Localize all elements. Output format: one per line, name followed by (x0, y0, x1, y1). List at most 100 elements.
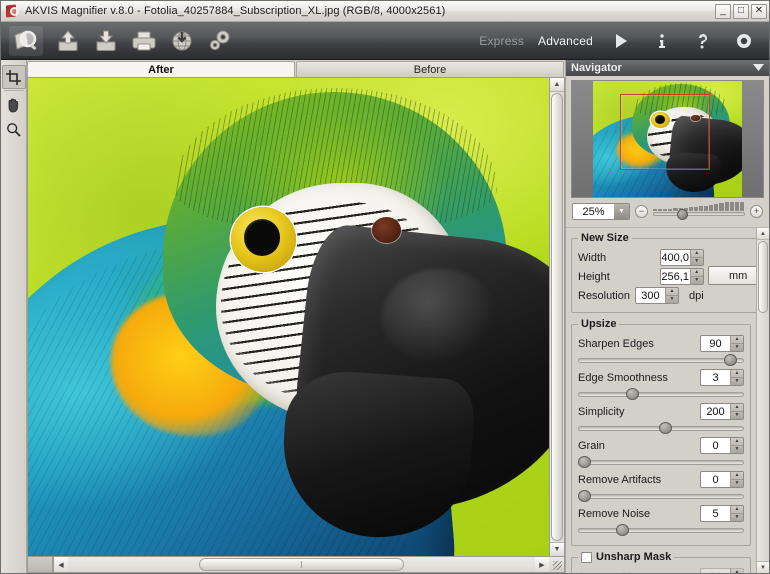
edge-smoothness-stepper[interactable]: ▲▼ (730, 370, 743, 385)
grain-row: Grain 0 ▲▼ (578, 437, 744, 454)
resolution-stepper[interactable]: ▲▼ (665, 288, 678, 303)
close-button[interactable]: ✕ (751, 4, 767, 19)
parrot-photo (28, 78, 549, 556)
zoom-slider[interactable] (653, 204, 745, 220)
scroll-left-arrow-icon[interactable]: ◀ (54, 557, 68, 572)
window-resize-grip[interactable] (549, 556, 565, 573)
resolution-input[interactable]: 300 ▲▼ (635, 287, 679, 304)
resolution-label: Resolution (578, 290, 630, 302)
sharpen-edges-input[interactable]: 90 ▲▼ (700, 335, 744, 352)
minimize-button[interactable]: _ (715, 4, 731, 19)
amount-input: 30 ▲▼ (700, 568, 744, 573)
grain-input[interactable]: 0 ▲▼ (700, 437, 744, 454)
chevron-down-icon[interactable] (753, 62, 764, 74)
save-image-icon[interactable] (92, 27, 119, 54)
run-play-icon[interactable] (607, 27, 634, 54)
sharpen-edges-slider[interactable] (578, 354, 744, 366)
settings-scroll-down-icon[interactable]: ▼ (757, 561, 769, 573)
height-input[interactable]: 256,1 ▲▼ (660, 268, 704, 285)
width-input[interactable]: 400,0 ▲▼ (660, 249, 704, 266)
main-body: After Before (1, 60, 769, 573)
grain-stepper[interactable]: ▲▼ (730, 438, 743, 453)
remove-noise-input[interactable]: 5 ▲▼ (700, 505, 744, 522)
sharpen-edges-label: Sharpen Edges (578, 338, 695, 350)
edge-smoothness-input[interactable]: 3 ▲▼ (700, 369, 744, 386)
logo-icon[interactable] (9, 26, 43, 56)
amount-stepper: ▲▼ (730, 569, 743, 573)
sharpen-edges-value: 90 (701, 336, 730, 351)
scroll-right-arrow-icon[interactable]: ▶ (535, 557, 549, 572)
settings-vertical-scrollbar[interactable]: ▲ ▼ (756, 228, 769, 573)
info-icon[interactable] (648, 27, 675, 54)
remove-noise-slider[interactable] (578, 524, 744, 536)
canvas-area: After Before (27, 60, 565, 573)
amount-value: 30 (701, 569, 730, 573)
application-window: AKVIS Magnifier v.8.0 - Fotolia_40257884… (0, 0, 770, 574)
simplicity-slider[interactable] (578, 422, 744, 434)
zoom-out-button[interactable]: − (635, 205, 648, 218)
grain-slider[interactable] (578, 456, 744, 468)
tab-before[interactable]: Before (296, 61, 564, 77)
tools-sidebar (1, 60, 27, 573)
simplicity-row: Simplicity 200 ▲▼ (578, 403, 744, 420)
canvas-bottom-bar: ◀ ▶ (27, 556, 565, 573)
remove-artifacts-label: Remove Artifacts (578, 474, 695, 486)
new-size-legend: New Size (578, 232, 632, 244)
width-stepper[interactable]: ▲▼ (690, 250, 703, 265)
zoom-in-button[interactable]: + (750, 205, 763, 218)
window-title: AKVIS Magnifier v.8.0 - Fotolia_40257884… (25, 5, 715, 17)
zoom-slider-knob[interactable] (677, 209, 688, 220)
simplicity-stepper[interactable]: ▲▼ (730, 404, 743, 419)
sharpen-edges-stepper[interactable]: ▲▼ (730, 336, 743, 351)
settings-scroll-up-icon[interactable]: ▲ (757, 228, 769, 240)
horizontal-scroll-track[interactable] (68, 557, 535, 572)
hand-tool[interactable] (2, 93, 26, 117)
preferences-gears-icon[interactable] (206, 27, 233, 54)
navigator-header: Navigator (566, 60, 769, 76)
publish-web-icon[interactable] (168, 27, 195, 54)
remove-artifacts-slider-knob[interactable] (578, 490, 591, 502)
unsharp-mask-checkbox[interactable] (581, 552, 592, 563)
edge-smoothness-slider-knob[interactable] (626, 388, 639, 400)
size-unit-select[interactable]: mm ▲▼ (708, 266, 756, 285)
mode-express[interactable]: Express (479, 34, 524, 48)
mode-advanced[interactable]: Advanced (538, 34, 593, 48)
grain-slider-knob[interactable] (578, 456, 591, 468)
edge-smoothness-slider[interactable] (578, 388, 744, 400)
help-question-icon[interactable] (689, 27, 716, 54)
tab-after[interactable]: After (27, 61, 295, 77)
vertical-scroll-thumb[interactable] (551, 93, 563, 541)
settings-gear-icon[interactable] (730, 27, 757, 54)
unsharp-mask-group: Unsharp Mask Amount, % 30 ▲▼ (571, 551, 751, 573)
navigator-title: Navigator (571, 62, 753, 74)
remove-noise-stepper[interactable]: ▲▼ (730, 506, 743, 521)
canvas-horizontal-scrollbar[interactable]: ◀ ▶ (53, 556, 549, 573)
resolution-value: 300 (636, 288, 665, 303)
simplicity-slider-knob[interactable] (659, 422, 672, 434)
remove-noise-slider-knob[interactable] (616, 524, 629, 536)
scroll-down-arrow-icon[interactable]: ▼ (550, 542, 564, 556)
scroll-up-arrow-icon[interactable]: ▲ (550, 78, 564, 92)
remove-artifacts-stepper[interactable]: ▲▼ (730, 472, 743, 487)
open-image-icon[interactable] (54, 27, 81, 54)
width-row: Width 400,0 ▲▼ (578, 249, 704, 266)
image-canvas[interactable] (27, 77, 549, 556)
horizontal-scroll-thumb[interactable] (199, 558, 404, 571)
simplicity-input[interactable]: 200 ▲▼ (700, 403, 744, 420)
crop-tool[interactable] (2, 65, 26, 89)
canvas-vertical-scrollbar[interactable]: ▲ ▼ (549, 77, 565, 556)
maximize-button[interactable]: □ (733, 4, 749, 19)
navigator-body: 25% ▼ − (566, 76, 769, 227)
chevron-down-icon[interactable]: ▼ (614, 204, 629, 219)
grain-value: 0 (701, 438, 730, 453)
height-stepper[interactable]: ▲▼ (690, 269, 703, 284)
sharpen-edges-slider-knob[interactable] (724, 354, 737, 366)
zoom-tool[interactable] (2, 117, 26, 141)
print-image-icon[interactable] (130, 27, 157, 54)
settings-scroll-thumb[interactable] (758, 241, 768, 313)
remove-artifacts-slider[interactable] (578, 490, 744, 502)
remove-artifacts-input[interactable]: 0 ▲▼ (700, 471, 744, 488)
zoom-level-combobox[interactable]: 25% ▼ (572, 203, 630, 220)
width-label: Width (578, 252, 655, 264)
navigator-thumbnail[interactable] (571, 80, 764, 198)
